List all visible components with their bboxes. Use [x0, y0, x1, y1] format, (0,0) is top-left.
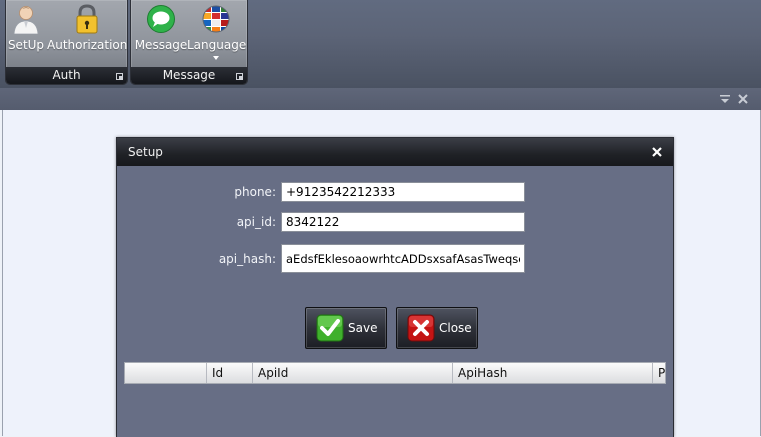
- dialog-launcher-icon[interactable]: [236, 73, 243, 80]
- api-hash-input[interactable]: [281, 244, 525, 273]
- message-label: Message: [134, 38, 188, 52]
- ribbon-group-auth: SetUp Authorization Auth: [5, 0, 128, 85]
- data-grid-header: Id ApiId ApiHash Ph: [124, 362, 666, 384]
- setup-dialog: Setup phone: api_id: api_hash: Save Clos…: [116, 137, 674, 437]
- language-button[interactable]: Language: [187, 2, 247, 64]
- ribbon-group-message: Message Language Message: [130, 0, 248, 85]
- checkmark-icon: [316, 314, 344, 342]
- close-icon[interactable]: [650, 145, 664, 159]
- authorization-button[interactable]: Authorization: [47, 2, 127, 64]
- red-x-icon: [407, 314, 435, 342]
- dropdown-menu-icon[interactable]: [718, 92, 732, 106]
- close-icon[interactable]: [736, 92, 750, 106]
- api-id-label: api_id:: [236, 215, 276, 229]
- api-hash-label: api_hash:: [218, 252, 276, 266]
- column-header-apiid[interactable]: ApiId: [253, 363, 453, 383]
- chat-bubble-icon: [147, 5, 175, 33]
- close-button[interactable]: Close: [396, 307, 478, 349]
- authorization-label: Authorization: [47, 38, 128, 52]
- language-label: Language: [187, 38, 247, 52]
- document-strip: [0, 88, 761, 110]
- phone-label: phone:: [234, 185, 276, 199]
- save-label: Save: [348, 321, 378, 335]
- user-icon: [13, 6, 39, 34]
- ribbon: SetUp Authorization Auth Message Languag…: [0, 0, 761, 89]
- api-id-input[interactable]: [281, 212, 525, 232]
- ribbon-group-label-auth: Auth: [6, 67, 127, 84]
- column-header-phone[interactable]: Ph: [653, 363, 665, 383]
- close-label: Close: [439, 321, 472, 335]
- dialog-title-bar[interactable]: Setup: [117, 138, 673, 166]
- column-header-row-selector[interactable]: [125, 363, 207, 383]
- save-button[interactable]: Save: [305, 307, 387, 349]
- dialog-title: Setup: [128, 145, 163, 159]
- lock-icon: [76, 4, 98, 34]
- ribbon-group-label-message: Message: [131, 67, 247, 84]
- dialog-launcher-icon[interactable]: [116, 73, 123, 80]
- chevron-down-icon: [213, 56, 219, 60]
- globe-flags-icon: [202, 5, 230, 33]
- setup-button[interactable]: SetUp: [7, 2, 45, 64]
- message-button[interactable]: Message: [133, 2, 189, 64]
- column-header-apihash[interactable]: ApiHash: [453, 363, 653, 383]
- setup-label: SetUp: [7, 38, 45, 52]
- phone-input[interactable]: [281, 182, 525, 202]
- column-header-id[interactable]: Id: [207, 363, 253, 383]
